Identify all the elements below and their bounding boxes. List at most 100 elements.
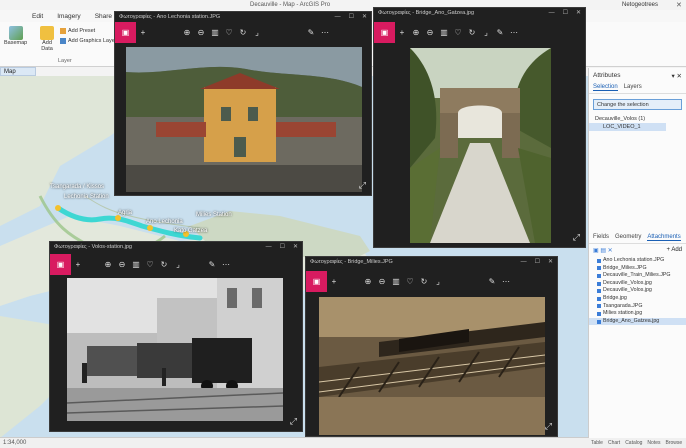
zoom-in-icon[interactable]: ⊕ [101,260,115,269]
user-name[interactable]: Netogeotrees [622,2,658,8]
attachment-item[interactable]: Decauville_Volos.jpg [589,287,686,295]
zoom-out-icon[interactable]: ⊖ [375,277,389,286]
expand-icon[interactable]: ⤢ [545,421,552,432]
map-label: Lechonia Station [64,194,109,200]
bottom-tab[interactable]: Notes [647,438,660,448]
more-icon[interactable]: ⋯ [507,28,521,37]
attachment-item[interactable]: Bridge.jpg [589,295,686,303]
zoom-in-icon[interactable]: ⊕ [180,28,194,37]
favorite-icon[interactable]: ♡ [143,260,157,269]
crop-icon[interactable]: ⌟ [479,28,493,37]
crop-icon[interactable]: ⌟ [431,277,445,286]
edit-icon[interactable]: ✎ [485,277,499,286]
delete-icon[interactable]: ▥ [437,28,451,37]
edit-icon[interactable]: ✎ [304,28,318,37]
window-controls[interactable]: — ☐ ✕ [521,257,553,267]
delete-icon[interactable]: ▥ [389,277,403,286]
attachment-item[interactable]: Decauville_Volos.jpg [589,280,686,288]
add-data-button[interactable]: Add Data [36,26,58,52]
tab-selection[interactable]: Selection [593,84,618,91]
more-icon[interactable]: ⋯ [499,277,513,286]
tab-attachments[interactable]: Attachments [647,234,681,241]
basemap-button[interactable]: Basemap [4,26,27,46]
zoom-out-icon[interactable]: ⊖ [115,260,129,269]
zoom-out-icon[interactable]: ⊖ [194,28,208,37]
photo-toolbar: ▣ + ⊕ ⊖ ▥ ♡ ↻ ⌟ ✎ ⋯ [306,271,557,292]
bottom-tab[interactable]: Browse [665,438,682,448]
gallery-icon[interactable]: ▣ [50,254,71,275]
edit-icon[interactable]: ✎ [493,28,507,37]
window-title: Φωτογραφίες - Ano Lechonia station.JPG [119,14,221,20]
tree-layer[interactable]: Decauville_Volos (1) [589,115,686,123]
zoom-out-icon[interactable]: ⊖ [423,28,437,37]
window-controls[interactable]: — ☐ ✕ [549,8,581,18]
attachment-item[interactable]: Tsangarada.JPG [589,303,686,311]
tab-edit[interactable]: Edit [32,13,43,20]
tree-feature[interactable]: LOC_VIDEO_1 [589,123,666,131]
map-label: Kato Gatzea [174,228,208,234]
photo-window[interactable]: Φωτογραφίες - Volos-station.jpg — ☐ ✕ ▣ + … [49,241,303,432]
attachment-item[interactable]: Decauville_Train_Milies.JPG [589,272,686,280]
station-marker[interactable] [147,225,153,231]
favorite-icon[interactable]: ♡ [222,28,236,37]
map-status-bar: 1:34,000 [0,437,588,448]
map-label: Milies Station [196,212,232,218]
map-scale[interactable]: 1:34,000 [3,440,26,446]
photo-window[interactable]: Φωτογραφίες - Bridge_Ano_Gatzea.jpg — ☐ ✕ … [373,7,586,248]
graphics-layer-icon [60,38,66,44]
gallery-icon[interactable]: ▣ [115,22,136,43]
edit-icon[interactable]: ✎ [205,260,219,269]
bottom-tab[interactable]: Table [591,438,603,448]
map-tab[interactable]: Map [0,67,36,76]
photo-window[interactable]: Φωτογραφίες - Bridge_Milies.JPG — ☐ ✕ ▣ + … [305,256,558,437]
tab-fields[interactable]: Fields [593,234,609,241]
bottom-tab[interactable]: Chart [608,438,620,448]
tab-share[interactable]: Share [95,13,112,20]
tab-layers[interactable]: Layers [624,84,642,91]
add-preset-button[interactable]: Add Preset [60,28,95,34]
rotate-icon[interactable]: ↻ [465,28,479,37]
attachment-item[interactable]: Milies station.jpg [589,310,686,318]
map-label: Tsangarada / Kissos [50,184,105,190]
expand-icon[interactable]: ⤢ [290,416,297,427]
rotate-icon[interactable]: ↻ [236,28,250,37]
expand-icon[interactable]: ⤢ [359,180,366,191]
more-icon[interactable]: ⋯ [318,28,332,37]
panel-pin-icon[interactable]: ▾ ✕ [671,72,682,80]
window-title: Φωτογραφίες - Bridge_Milies.JPG [310,259,393,265]
crop-icon[interactable]: ⌟ [250,28,264,37]
add-graphics-layer-button[interactable]: Add Graphics Layer [60,38,117,44]
add-attachment-button[interactable]: + Add [666,247,682,254]
add-icon[interactable]: + [71,260,85,269]
add-icon[interactable]: + [136,28,150,37]
window-controls[interactable]: — ☐ ✕ [266,242,298,252]
bridge-photo [410,48,551,243]
rotate-icon[interactable]: ↻ [157,260,171,269]
attachment-item[interactable]: Ano Lechonia station.JPG [589,257,686,265]
gallery-icon[interactable]: ▣ [374,22,395,43]
expand-icon[interactable]: ⤢ [573,232,580,243]
photo-window[interactable]: Φωτογραφίες - Ano Lechonia station.JPG —… [114,11,372,196]
favorite-icon[interactable]: ♡ [403,277,417,286]
close-icon[interactable]: ✕ [676,1,682,9]
zoom-in-icon[interactable]: ⊕ [361,277,375,286]
attachment-item-selected[interactable]: Bridge_Ano_Gatzea.jpg [589,317,686,326]
delete-icon[interactable]: ▥ [208,28,222,37]
favorite-icon[interactable]: ♡ [451,28,465,37]
window-controls[interactable]: — ☐ ✕ [335,12,367,22]
crop-icon[interactable]: ⌟ [171,260,185,269]
add-icon[interactable]: + [327,277,341,286]
rotate-icon[interactable]: ↻ [417,277,431,286]
tab-imagery[interactable]: Imagery [57,13,80,20]
zoom-in-icon[interactable]: ⊕ [409,28,423,37]
app-title: Decauville - Map - ArcGIS Pro [250,2,331,8]
tab-geometry[interactable]: Geometry [615,234,641,241]
station-marker[interactable] [55,205,61,211]
attachment-item[interactable]: Bridge_Milies.JPG [589,265,686,273]
more-icon[interactable]: ⋯ [219,260,233,269]
bottom-tab[interactable]: Catalog [625,438,642,448]
gallery-icon[interactable]: ▣ [306,271,327,292]
selection-dropdown[interactable]: Change the selection [593,99,682,110]
add-icon[interactable]: + [395,28,409,37]
delete-icon[interactable]: ▥ [129,260,143,269]
